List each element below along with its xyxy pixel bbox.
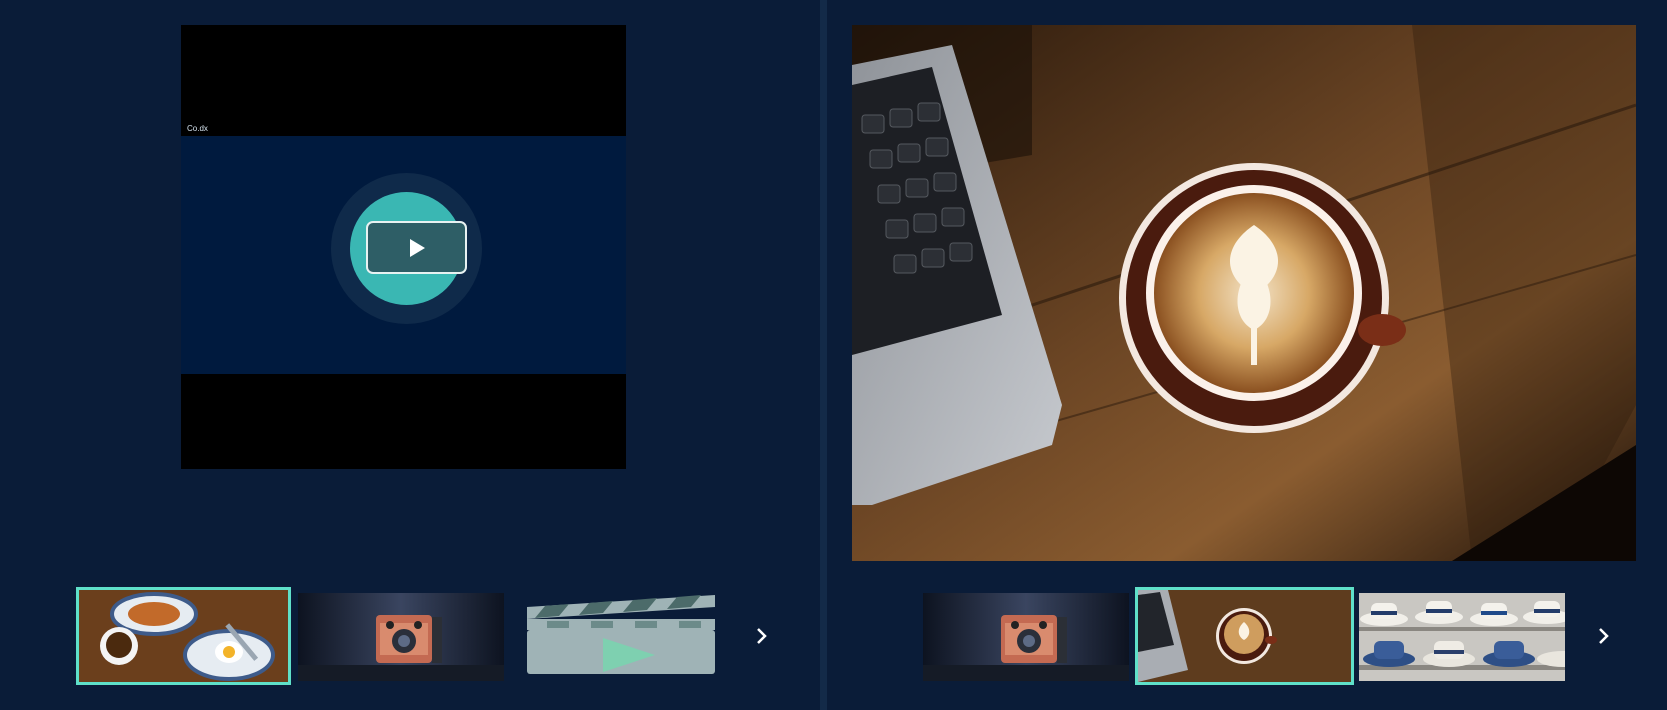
video-player[interactable]: Co.dx xyxy=(181,25,626,469)
play-button[interactable] xyxy=(366,221,467,274)
video-poster xyxy=(181,136,626,374)
thumbnail-hats[interactable] xyxy=(1359,593,1565,681)
right-thumbnails-next-button[interactable] xyxy=(1590,616,1616,656)
panel-divider xyxy=(820,0,827,710)
left-thumbnails-next-button[interactable] xyxy=(748,616,774,656)
thumbnail-video[interactable] xyxy=(525,593,718,676)
chevron-right-icon xyxy=(757,628,767,644)
thumbnail-camera[interactable] xyxy=(923,593,1129,681)
latte-laptop-thumb-image xyxy=(1138,590,1351,682)
video-clapperboard-icon xyxy=(527,595,715,674)
play-icon xyxy=(409,238,425,257)
thumbnail-camera[interactable] xyxy=(298,593,504,681)
chevron-right-icon xyxy=(1599,628,1609,644)
vintage-camera-image xyxy=(923,593,1129,681)
breakfast-image xyxy=(79,590,288,682)
hats-shelf-image xyxy=(1359,593,1565,681)
coffee-photo xyxy=(852,25,1636,561)
video-caption: Co.dx xyxy=(187,124,208,133)
thumbnail-latte[interactable] xyxy=(1135,587,1354,685)
vintage-camera-image xyxy=(298,593,504,681)
thumbnail-breakfast[interactable] xyxy=(76,587,291,685)
latte-laptop-image xyxy=(852,25,1636,561)
left-gallery-panel: Co.dx xyxy=(0,0,820,710)
